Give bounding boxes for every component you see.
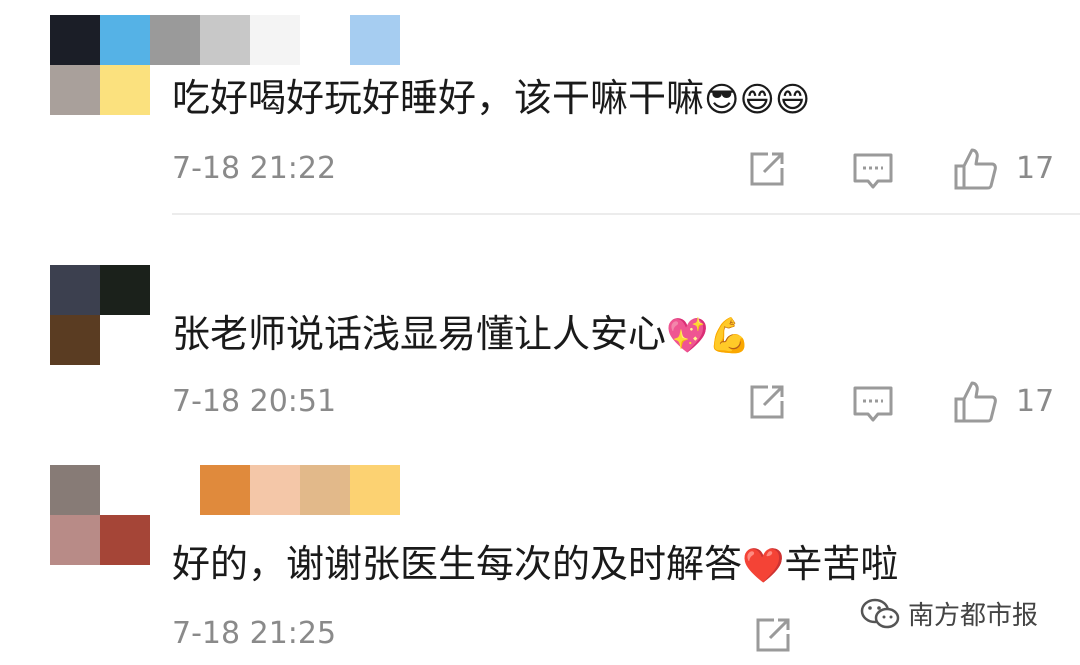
share-square-icon[interactable] [750, 612, 796, 658]
thumbs-up-icon[interactable] [952, 146, 998, 192]
emoji-group: 😎😄😄 [704, 80, 811, 120]
comment-text: 吃好喝好玩好睡好，该干嘛干嘛😎😄😄 [172, 76, 811, 120]
avatar[interactable] [50, 15, 150, 115]
like-count: 17 [1016, 151, 1055, 186]
timestamp: 7-18 21:25 [172, 616, 337, 651]
comment-bubble-icon[interactable] [850, 381, 896, 427]
divider [172, 213, 1080, 215]
comment-text: 好的，谢谢张医生每次的及时解答❤️辛苦啦 [172, 542, 899, 586]
thumbs-up-icon[interactable] [952, 379, 998, 425]
watermark: 南方都市报 [860, 596, 1038, 636]
comment-item: 张老师说话浅显易懂让人安心💖💪 7-18 20:51 17 [0, 216, 1080, 446]
comment-item: 吃好喝好玩好睡好，该干嘛干嘛😎😄😄 7-18 21:22 17 [0, 0, 1080, 216]
heart-emoji: ❤️ [742, 546, 785, 586]
comment-text: 张老师说话浅显易懂让人安心💖💪 [172, 312, 751, 356]
share-square-icon[interactable] [744, 379, 790, 425]
watermark-text: 南方都市报 [908, 601, 1039, 631]
comment-bubble-icon[interactable] [850, 148, 896, 194]
avatar[interactable] [50, 465, 150, 565]
emoji-group: 💖💪 [666, 316, 751, 356]
wechat-logo-icon [860, 597, 900, 635]
username[interactable] [150, 15, 400, 65]
like-count: 17 [1016, 384, 1055, 419]
timestamp: 7-18 20:51 [172, 384, 337, 419]
timestamp: 7-18 21:22 [172, 151, 337, 186]
username[interactable] [200, 465, 400, 515]
share-square-icon[interactable] [744, 146, 790, 192]
avatar[interactable] [50, 265, 150, 365]
